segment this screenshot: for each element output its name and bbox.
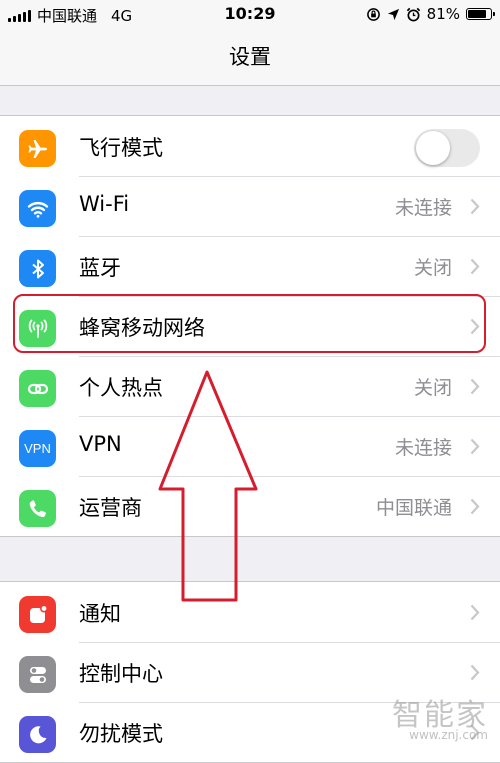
location-icon — [387, 8, 399, 20]
chevron-right-icon — [470, 724, 480, 741]
battery-percent: 81% — [426, 5, 460, 23]
settings-row-label: Wi-Fi — [79, 192, 130, 216]
settings-row-personal-hotspot[interactable]: 个人热点 关闭 — [0, 356, 500, 416]
alarm-icon — [406, 7, 420, 21]
settings-row-vpn[interactable]: VPN VPN 未连接 — [0, 416, 500, 476]
chevron-right-icon — [470, 258, 480, 275]
settings-row-label: 蜂窝移动网络 — [79, 316, 205, 340]
notifications-icon — [19, 596, 56, 633]
settings-row-value: 关闭 — [413, 377, 452, 399]
chevron-right-icon — [470, 378, 480, 395]
settings-row-label: 运营商 — [79, 496, 142, 520]
settings-row-control-center[interactable]: 控制中心 — [0, 642, 500, 702]
settings-group-system: 通知 控制中心 勿扰模式 — [0, 581, 500, 763]
wifi-icon — [19, 190, 56, 227]
vpn-icon-text: VPN — [24, 441, 51, 456]
settings-row-bluetooth[interactable]: 蓝牙 关闭 — [0, 236, 500, 296]
settings-row-value: 中国联通 — [375, 497, 452, 519]
vpn-icon: VPN — [19, 430, 56, 467]
settings-row-value: 关闭 — [413, 257, 452, 279]
settings-row-carrier[interactable]: 运营商 中国联通 — [0, 476, 500, 536]
battery-icon — [466, 8, 495, 20]
settings-row-label: 个人热点 — [79, 376, 163, 400]
chevron-right-icon — [470, 198, 480, 215]
settings-row-value: 未连接 — [394, 197, 452, 219]
settings-row-label: 控制中心 — [79, 662, 163, 686]
phone-icon — [19, 490, 56, 527]
cellular-antenna-icon — [19, 310, 56, 347]
chevron-right-icon — [470, 604, 480, 621]
status-bar: 中国联通 4G 10:29 81% — [0, 0, 500, 30]
airplane-icon — [19, 130, 56, 167]
status-right: 81% — [366, 5, 495, 23]
page-title: 设置 — [229, 45, 271, 69]
settings-row-label: 通知 — [79, 602, 121, 626]
toggle-knob — [416, 131, 450, 165]
settings-row-label: 飞行模式 — [79, 136, 163, 160]
settings-row-value: 未连接 — [394, 437, 452, 459]
settings-row-label: VPN — [79, 432, 122, 456]
chevron-right-icon — [470, 438, 480, 455]
chevron-right-icon — [470, 664, 480, 681]
chevron-right-icon — [470, 318, 480, 335]
settings-row-label: 勿扰模式 — [79, 722, 163, 746]
settings-row-notifications[interactable]: 通知 — [0, 582, 500, 642]
control-center-icon — [19, 656, 56, 693]
rotation-lock-icon — [366, 7, 380, 21]
settings-row-do-not-disturb[interactable]: 勿扰模式 — [0, 702, 500, 762]
moon-icon — [19, 716, 56, 753]
settings-row-wifi[interactable]: Wi-Fi 未连接 — [0, 176, 500, 236]
settings-group-connectivity: 飞行模式 Wi-Fi 未连接 蓝牙 关闭 蜂窝移动网络 个人热点 关闭 VPN … — [0, 115, 500, 537]
navigation-bar: 设置 — [0, 30, 500, 86]
settings-row-cellular[interactable]: 蜂窝移动网络 — [0, 296, 500, 356]
settings-row-label: 蓝牙 — [79, 256, 121, 280]
settings-row-airplane-mode[interactable]: 飞行模式 — [0, 116, 500, 176]
hotspot-link-icon — [19, 370, 56, 407]
bluetooth-icon — [19, 250, 56, 287]
airplane-mode-toggle[interactable] — [414, 129, 480, 167]
chevron-right-icon — [470, 498, 480, 515]
